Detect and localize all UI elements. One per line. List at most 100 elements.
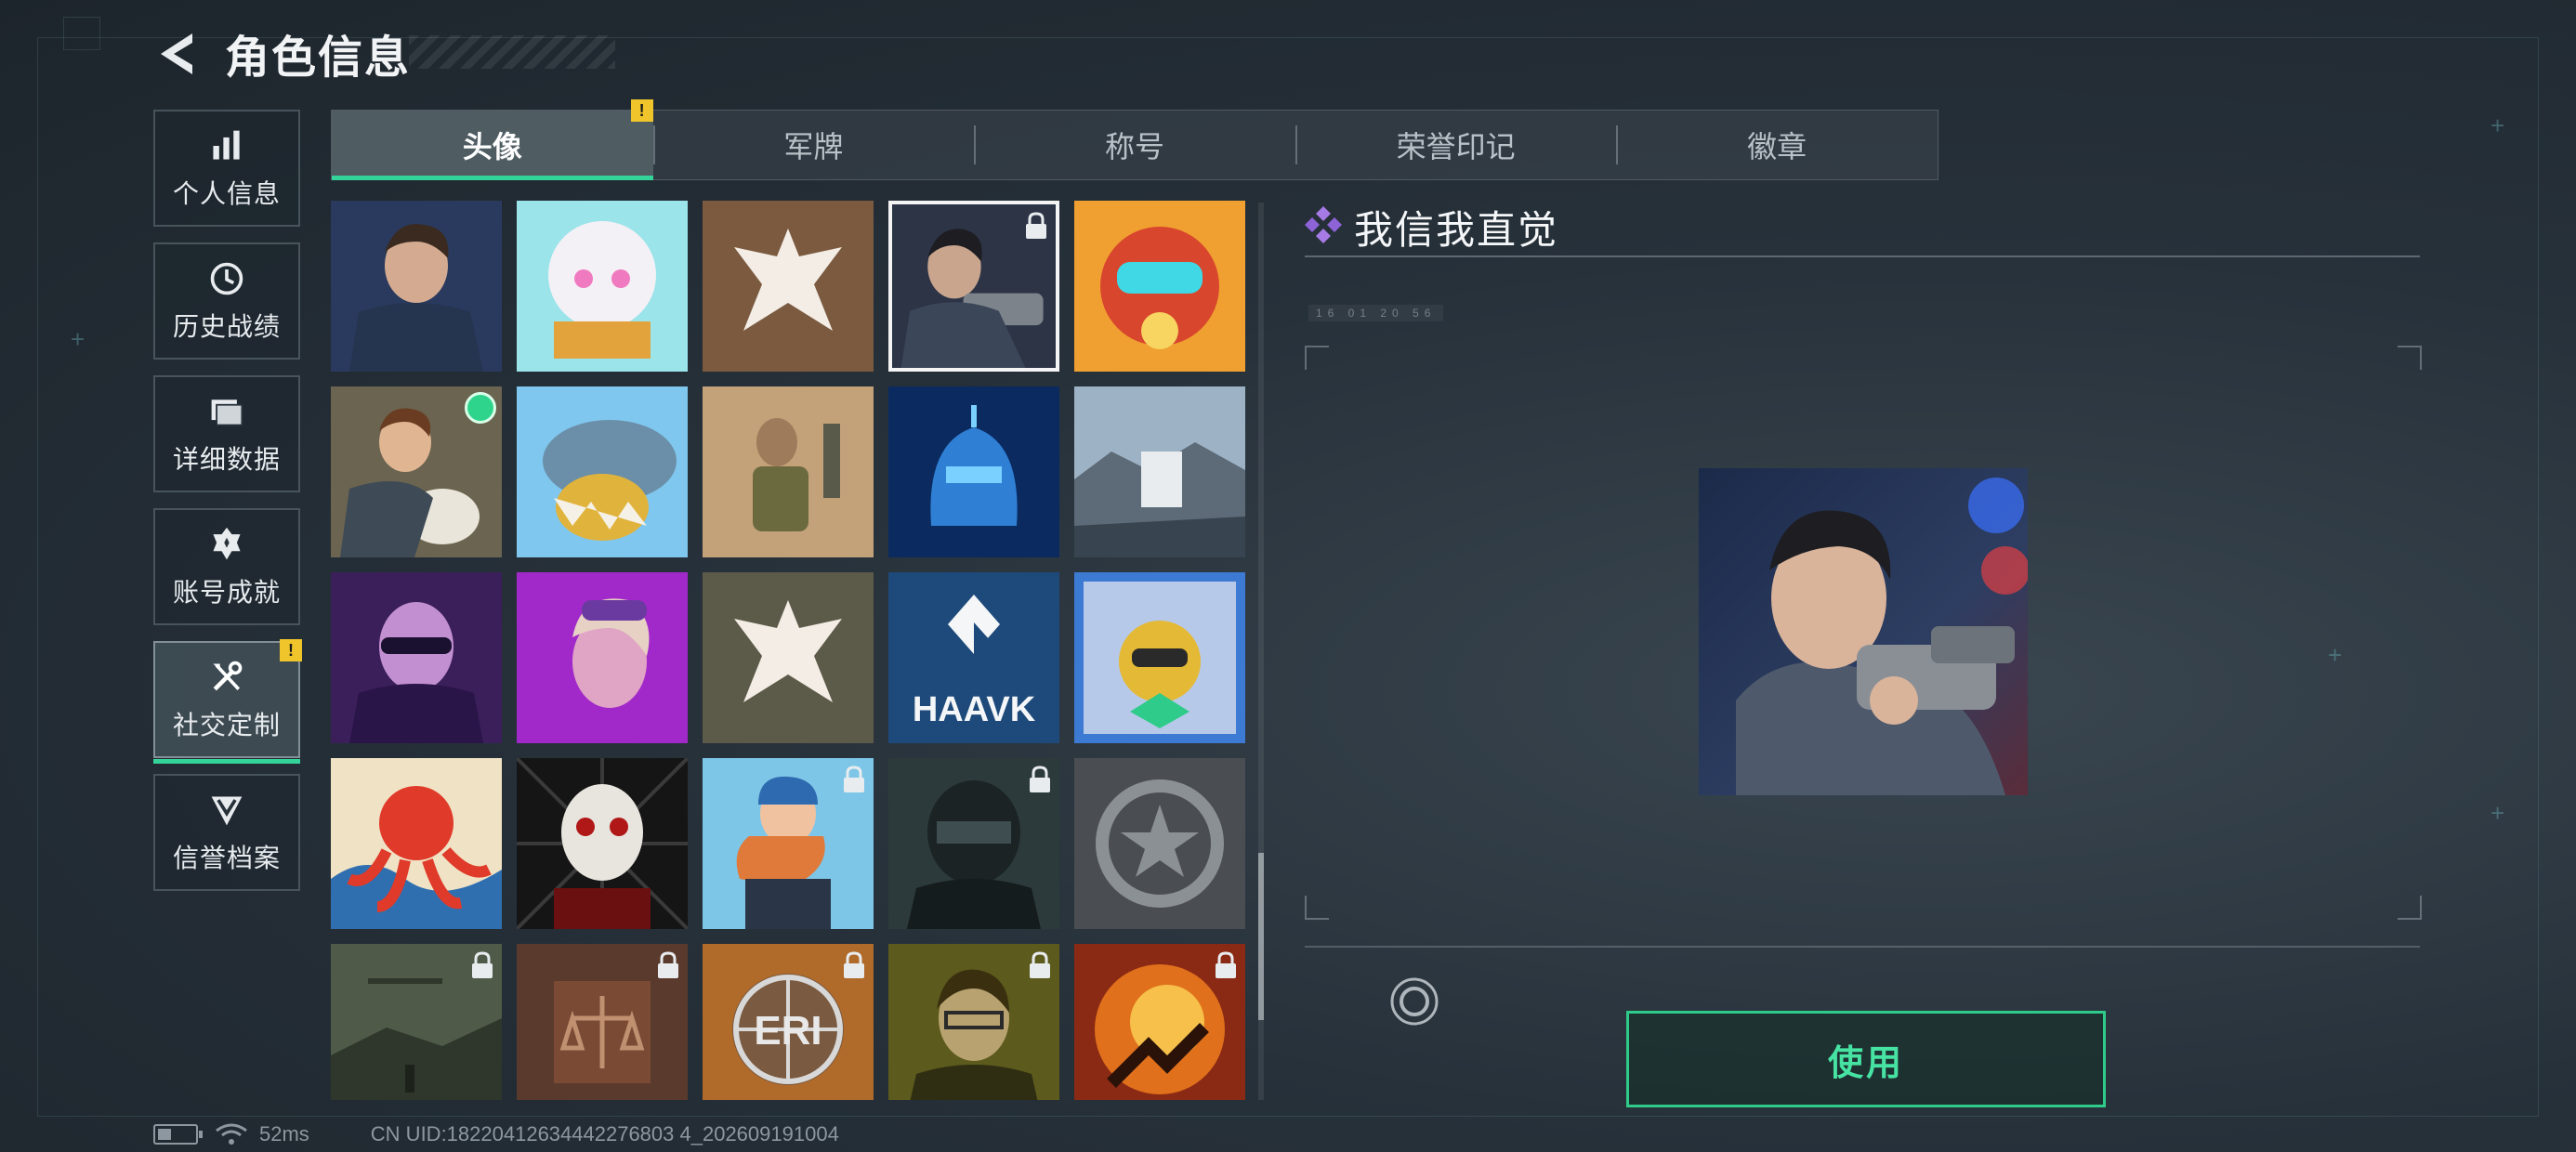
tab-dog-tag[interactable]: 军牌: [652, 111, 975, 179]
avatar-tile-fish-mascot[interactable]: [517, 386, 688, 557]
lock-icon: [470, 951, 494, 979]
tab-label: 徽章: [1747, 130, 1807, 164]
crosshair-mark: +: [2328, 641, 2343, 669]
avatar-thumbnail: [331, 201, 502, 372]
tools-icon: [206, 657, 247, 698]
lock-icon: [842, 951, 866, 979]
tab-badge[interactable]: 徽章: [1616, 111, 1938, 179]
bar-chart-icon: [206, 125, 247, 166]
crosshair-mark: +: [2491, 111, 2505, 139]
avatar-tile-glasses-man[interactable]: [331, 572, 502, 743]
avatar-tile-eri-globe-logo[interactable]: ERI: [703, 944, 874, 1100]
new-indicator-dot: [465, 392, 496, 424]
tab-label: 称号: [1104, 130, 1164, 164]
avatar-tile-burger-helmet[interactable]: [1074, 201, 1245, 372]
medal-icon: [206, 524, 247, 565]
background-frame-square: [63, 17, 100, 50]
sidebar-item-label: 个人信息: [172, 179, 281, 208]
avatar-tile-scales-emblem[interactable]: [517, 944, 688, 1100]
rotate-preview-button[interactable]: [1388, 975, 1440, 1028]
lock-icon: [1028, 951, 1052, 979]
crosshair-mark: +: [2491, 799, 2505, 827]
avatar-thumbnail: [331, 572, 502, 743]
avatar-preview-image: [1699, 468, 2028, 795]
status-bar: 52ms CN UID:18220412634442276803 4_20260…: [153, 1122, 839, 1146]
avatar-tile-red-octopus[interactable]: [331, 758, 502, 929]
avatar-tile-soldier-rocket[interactable]: [703, 386, 874, 557]
avatar-thumbnail: [1074, 201, 1245, 372]
divider: [1305, 255, 2420, 257]
sidebar-item-history[interactable]: 历史战绩: [153, 242, 300, 360]
folder-icon: [206, 391, 247, 432]
avatar-tile-helicopter-field[interactable]: [331, 944, 502, 1100]
sidebar-item-personal-info[interactable]: 个人信息: [153, 110, 300, 227]
avatar-tile-blonde-glasses-man[interactable]: [888, 944, 1059, 1100]
avatar-tile-agent-with-pistol[interactable]: [888, 201, 1059, 372]
avatar-thumbnail: [1074, 572, 1245, 743]
warning-badge: !: [630, 99, 653, 122]
avatar-tile-girl-with-cap[interactable]: [703, 758, 874, 929]
tab-title[interactable]: 称号: [974, 111, 1295, 179]
sidebar-item-social-custom[interactable]: ! 社交定制: [153, 639, 302, 764]
avatar-thumbnail: [1074, 758, 1245, 929]
tab-honor-mark[interactable]: 荣誉印记: [1295, 111, 1617, 179]
avatar-tile-purple-hair-woman[interactable]: [517, 572, 688, 743]
eri-logo-text: ERI: [754, 1008, 821, 1054]
avatar-thumbnail: [331, 758, 502, 929]
avatar-thumbnail: [1074, 386, 1245, 557]
use-button[interactable]: 使用: [1626, 1011, 2106, 1107]
avatar-tile-blue-helmet[interactable]: [888, 386, 1059, 557]
sidebar-item-achievements[interactable]: 账号成就: [153, 508, 300, 625]
tab-label: 头像: [462, 130, 522, 164]
uid-text: CN UID:18220412634442276803 4_2026091910…: [370, 1122, 839, 1145]
avatar-tile-explosion-fist[interactable]: [1074, 944, 1245, 1100]
wifi-icon: [216, 1123, 247, 1145]
avatar-tile-hawk-logo[interactable]: HAAVK: [888, 572, 1059, 743]
back-arrow-icon: [161, 33, 192, 74]
back-button[interactable]: [153, 26, 209, 82]
sidebar: 个人信息 历史战绩 详细数据 账号成就 ! 社交定制 信誉档案: [153, 110, 302, 907]
avatar-tile-eagle-emblem-alt[interactable]: [703, 572, 874, 743]
avatar-grid: HAAVK ERI: [331, 201, 1260, 1100]
avatar-thumbnail: HAAVK: [888, 572, 1059, 743]
avatar-tile-masked-soldier[interactable]: [888, 758, 1059, 929]
avatar-tile-gold-mascot[interactable]: [1074, 572, 1245, 743]
sidebar-item-detailed-data[interactable]: 详细数据: [153, 375, 300, 492]
avatar-thumbnail: [703, 572, 874, 743]
tab-label: 荣誉印记: [1396, 130, 1516, 164]
avatar-tile-operator-with-dog[interactable]: [331, 386, 502, 557]
divider: [1305, 946, 2420, 948]
avatar-tile-white-eagle-emblem[interactable]: [703, 201, 874, 372]
avatar-tile-white-chair-landscape[interactable]: [1074, 386, 1245, 557]
diamond-cluster-icon: [1305, 206, 1342, 243]
lock-icon: [656, 951, 680, 979]
frame-corner: [2398, 346, 2422, 370]
avatar-tile-agent-portrait[interactable]: [331, 201, 502, 372]
sidebar-item-credit-record[interactable]: 信誉档案: [153, 774, 300, 891]
sidebar-item-label: 账号成就: [172, 578, 281, 607]
warning-badge: !: [280, 639, 302, 661]
avatar-thumbnail: [888, 386, 1059, 557]
avatar-thumbnail: [517, 201, 688, 372]
hawk-logo-text: HAAVK: [913, 690, 1036, 729]
avatar-thumbnail: [703, 386, 874, 557]
frame-corner: [1305, 896, 1329, 920]
category-tabs: 头像 ! 军牌 称号 荣誉印记 徽章: [331, 99, 1939, 180]
page-title: 角色信息: [225, 33, 412, 83]
lock-icon: [842, 766, 866, 793]
avatar-tile-anime-girl[interactable]: [517, 201, 688, 372]
avatar-tile-jigsaw-mask[interactable]: [517, 758, 688, 929]
avatar-tile-gear-star-emblem[interactable]: [1074, 758, 1245, 929]
lock-icon: [1214, 951, 1238, 979]
target-circle-icon: [1390, 977, 1439, 1026]
avatar-thumbnail: [517, 572, 688, 743]
sidebar-item-label: 信誉档案: [172, 844, 281, 872]
shield-chevron-icon: [206, 790, 247, 831]
avatar-name: 我信我直觉: [1354, 208, 1559, 252]
tab-avatar[interactable]: 头像 !: [332, 99, 653, 180]
avatar-thumbnail: [517, 758, 688, 929]
lock-icon: [1028, 766, 1052, 793]
scrollbar-thumb[interactable]: [1258, 853, 1264, 1020]
frame-corner: [1305, 346, 1329, 370]
avatar-grid-scrollbar[interactable]: [1258, 203, 1264, 1100]
